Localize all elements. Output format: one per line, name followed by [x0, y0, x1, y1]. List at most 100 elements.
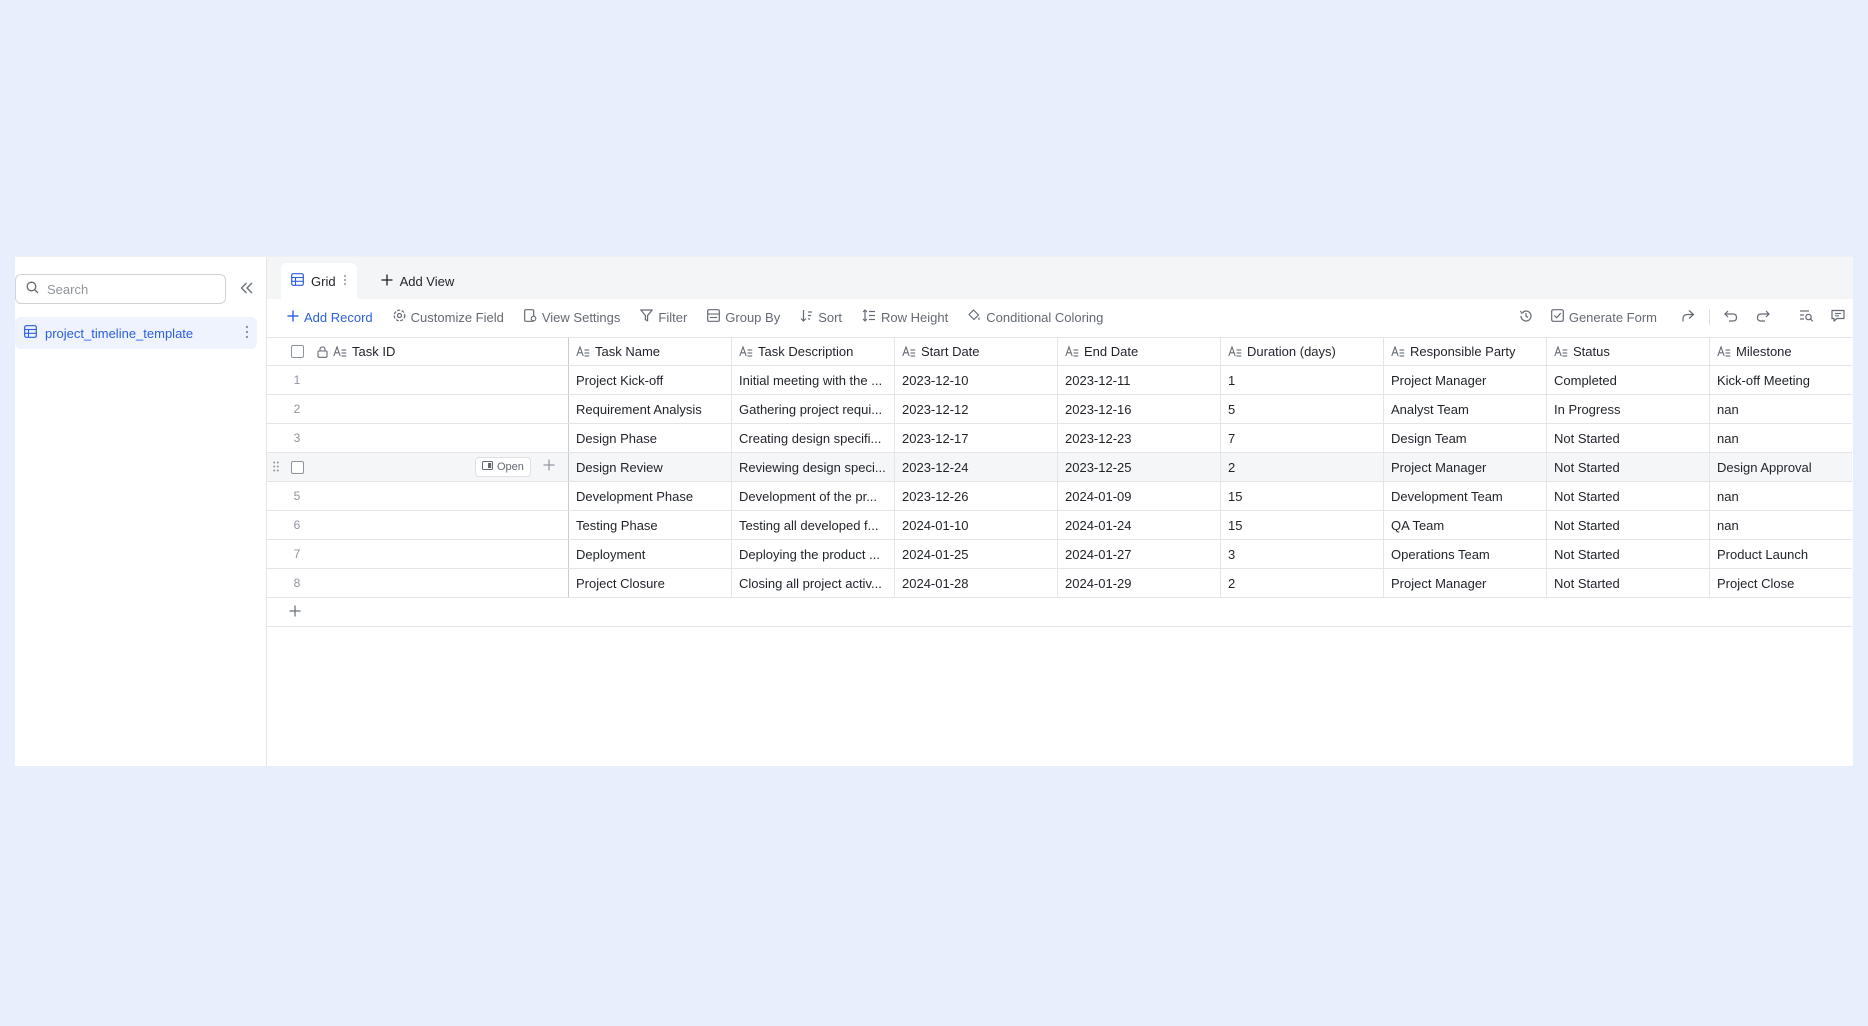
cell-task-description[interactable]: Deploying the product ... [732, 540, 895, 568]
find-button[interactable] [1795, 306, 1817, 328]
sidebar-item-table[interactable]: project_timeline_template [15, 317, 257, 349]
cell-responsible-party[interactable]: QA Team [1384, 511, 1547, 539]
cell-task-name[interactable]: Deployment [569, 540, 732, 568]
cell-end-date[interactable]: 2024-01-24 [1058, 511, 1221, 539]
cell-milestone[interactable]: Project Close [1710, 569, 1850, 597]
column-header-start-date[interactable]: Start Date [895, 338, 1058, 365]
column-header-task-name[interactable]: Task Name [569, 338, 732, 365]
search-input[interactable] [47, 281, 207, 297]
cell-milestone[interactable]: Design Approval [1710, 453, 1850, 481]
cell-task-description[interactable]: Closing all project activ... [732, 569, 895, 597]
cell-task-id[interactable]: 5 [327, 482, 569, 510]
cell-start-date[interactable]: 2023-12-17 [895, 424, 1058, 452]
cell-task-id[interactable]: 6 [327, 511, 569, 539]
tab-grid[interactable]: Grid [281, 263, 357, 299]
cell-status[interactable]: Not Started [1547, 540, 1710, 568]
comments-button[interactable] [1827, 306, 1849, 328]
table-row[interactable]: 77DeploymentDeploying the product ...202… [267, 540, 1852, 569]
cell-start-date[interactable]: 2023-12-24 [895, 453, 1058, 481]
add-row-button[interactable] [267, 598, 1852, 627]
cell-duration[interactable]: 15 [1221, 482, 1384, 510]
cell-status[interactable]: Not Started [1547, 482, 1710, 510]
sort-button[interactable]: Sort [800, 309, 842, 325]
cell-task-description[interactable]: Development of the pr... [732, 482, 895, 510]
column-header-duration[interactable]: Duration (days) [1221, 338, 1384, 365]
cell-responsible-party[interactable]: Operations Team [1384, 540, 1547, 568]
cell-end-date[interactable]: 2024-01-29 [1058, 569, 1221, 597]
conditional-coloring-button[interactable]: Conditional Coloring [968, 309, 1103, 325]
undo-button[interactable] [1720, 306, 1742, 328]
cell-task-description[interactable]: Initial meeting with the ... [732, 366, 895, 394]
plus-icon[interactable] [543, 459, 555, 474]
column-header-status[interactable]: Status [1547, 338, 1710, 365]
table-row[interactable]: 11Project Kick-offInitial meeting with t… [267, 366, 1852, 395]
cell-end-date[interactable]: 2023-12-16 [1058, 395, 1221, 423]
cell-status[interactable]: Completed [1547, 366, 1710, 394]
cell-end-date[interactable]: 2024-01-09 [1058, 482, 1221, 510]
table-row[interactable]: 4OpenDesign ReviewReviewing design speci… [267, 453, 1852, 482]
table-row[interactable]: 22Requirement AnalysisGathering project … [267, 395, 1852, 424]
search-box[interactable] [15, 274, 226, 304]
cell-task-description[interactable]: Reviewing design speci... [732, 453, 895, 481]
cell-end-date[interactable]: 2024-01-27 [1058, 540, 1221, 568]
cell-end-date[interactable]: 2023-12-23 [1058, 424, 1221, 452]
cell-task-id[interactable]: 2 [327, 395, 569, 423]
cell-status[interactable]: Not Started [1547, 569, 1710, 597]
cell-start-date[interactable]: 2024-01-25 [895, 540, 1058, 568]
add-view-button[interactable]: Add View [371, 263, 465, 299]
cell-task-name[interactable]: Project Kick-off [569, 366, 732, 394]
column-header-task-id[interactable]: Task ID [317, 338, 569, 365]
select-all-checkbox[interactable] [290, 345, 304, 358]
cell-status[interactable]: Not Started [1547, 453, 1710, 481]
cell-duration[interactable]: 15 [1221, 511, 1384, 539]
cell-milestone[interactable]: nan [1710, 424, 1850, 452]
cell-responsible-party[interactable]: Project Manager [1384, 453, 1547, 481]
open-record-button[interactable]: Open [475, 457, 531, 477]
cell-milestone[interactable]: nan [1710, 482, 1850, 510]
cell-task-id[interactable]: 3 [327, 424, 569, 452]
cell-task-id[interactable]: 1 [327, 366, 569, 394]
view-settings-button[interactable]: View Settings [523, 309, 620, 325]
cell-end-date[interactable]: 2023-12-11 [1058, 366, 1221, 394]
column-header-end-date[interactable]: End Date [1058, 338, 1221, 365]
group-by-button[interactable]: Group By [707, 309, 780, 325]
table-row[interactable]: 33Design PhaseCreating design specifi...… [267, 424, 1852, 453]
generate-form-button[interactable]: Generate Form [1550, 309, 1657, 325]
table-row[interactable]: 88Project ClosureClosing all project act… [267, 569, 1852, 598]
cell-status[interactable]: Not Started [1547, 424, 1710, 452]
add-record-button[interactable]: Add Record [287, 310, 373, 325]
redo-button[interactable] [1752, 306, 1774, 328]
cell-responsible-party[interactable]: Project Manager [1384, 366, 1547, 394]
cell-duration[interactable]: 2 [1221, 453, 1384, 481]
cell-start-date[interactable]: 2023-12-12 [895, 395, 1058, 423]
cell-start-date[interactable]: 2023-12-10 [895, 366, 1058, 394]
cell-duration[interactable]: 3 [1221, 540, 1384, 568]
cell-responsible-party[interactable]: Project Manager [1384, 569, 1547, 597]
cell-task-description[interactable]: Creating design specifi... [732, 424, 895, 452]
table-row[interactable]: 66Testing PhaseTesting all developed f..… [267, 511, 1852, 540]
cell-task-name[interactable]: Design Review [569, 453, 732, 481]
row-checkbox[interactable] [291, 461, 304, 474]
cell-duration[interactable]: 5 [1221, 395, 1384, 423]
column-header-task-description[interactable]: Task Description [732, 338, 895, 365]
cell-task-name[interactable]: Design Phase [569, 424, 732, 452]
history-button[interactable] [1515, 306, 1537, 328]
cell-task-name[interactable]: Testing Phase [569, 511, 732, 539]
cell-milestone[interactable]: nan [1710, 511, 1850, 539]
drag-handle-icon[interactable] [273, 461, 279, 475]
column-header-milestone[interactable]: Milestone [1710, 338, 1850, 365]
cell-task-name[interactable]: Development Phase [569, 482, 732, 510]
cell-milestone[interactable]: Kick-off Meeting [1710, 366, 1850, 394]
cell-task-description[interactable]: Testing all developed f... [732, 511, 895, 539]
cell-duration[interactable]: 7 [1221, 424, 1384, 452]
cell-duration[interactable]: 1 [1221, 366, 1384, 394]
cell-status[interactable]: Not Started [1547, 511, 1710, 539]
cell-start-date[interactable]: 2024-01-10 [895, 511, 1058, 539]
share-button[interactable] [1677, 306, 1699, 328]
column-header-responsible-party[interactable]: Responsible Party [1384, 338, 1547, 365]
more-vertical-icon[interactable] [343, 274, 347, 289]
cell-task-description[interactable]: Gathering project requi... [732, 395, 895, 423]
cell-task-id[interactable]: 7 [327, 540, 569, 568]
cell-start-date[interactable]: 2024-01-28 [895, 569, 1058, 597]
cell-duration[interactable]: 2 [1221, 569, 1384, 597]
